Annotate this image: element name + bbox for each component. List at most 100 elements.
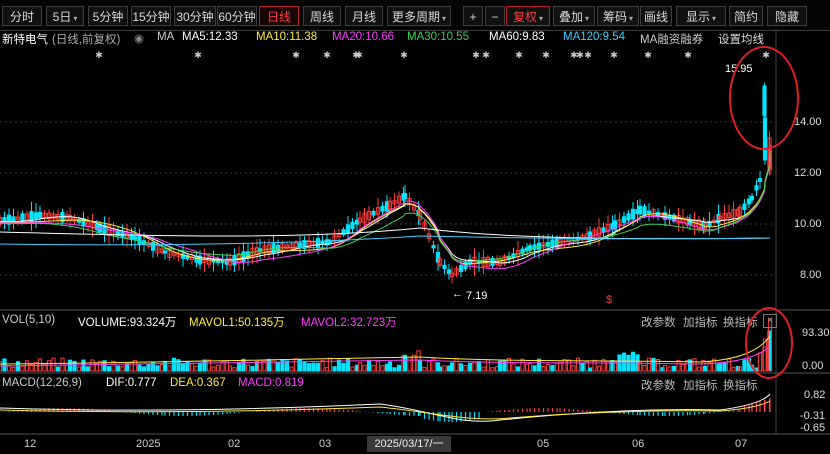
volume-bar <box>345 357 351 372</box>
event-star-icon: ✱ <box>515 50 523 60</box>
event-star-icon: ✱ <box>194 50 202 60</box>
candle-body <box>241 251 246 262</box>
volume-bar <box>472 362 477 372</box>
volume-bar <box>211 366 216 372</box>
event-star-icon: ✱ <box>684 50 692 60</box>
highlight-circle-price <box>729 46 799 150</box>
volume-bar <box>696 366 702 372</box>
price-tick: 10.00 <box>794 218 822 230</box>
volume-bar <box>485 359 491 372</box>
macd-params-button[interactable]: 改参数 <box>641 377 676 393</box>
volume-bar <box>332 366 337 372</box>
candle-body <box>194 255 199 263</box>
volume-bar <box>396 364 402 372</box>
volume-bar <box>532 365 537 372</box>
volume-bar <box>550 364 555 372</box>
volume-bar <box>717 363 723 372</box>
candle-body <box>646 210 652 214</box>
volume-bar <box>671 365 677 372</box>
volume-bar <box>266 358 272 372</box>
candle-body <box>642 206 647 216</box>
event-star-icon: ✱ <box>482 50 490 60</box>
candle-body <box>33 212 39 219</box>
volume-bar <box>2 358 7 372</box>
volume-bar <box>536 358 542 372</box>
volume-bar <box>422 366 427 372</box>
volume-bar <box>651 357 656 372</box>
volume-bar <box>437 366 443 372</box>
highlight-circle-volume <box>745 307 793 379</box>
mavol1-value: MAVOL1:50.135万 <box>189 317 285 329</box>
x-tick: 2025 <box>136 438 161 450</box>
volume-bar <box>454 357 459 372</box>
x-tick: 02 <box>228 438 241 450</box>
vol-label: VOL(5,10) <box>2 314 56 326</box>
volume-bar <box>320 360 325 372</box>
vol-legend: VOL(5,10) VOLUME:93.324万 MAVOL1:50.135万 … <box>2 314 422 330</box>
volume-bar <box>202 359 207 372</box>
arrow-left-icon: ← <box>452 288 463 300</box>
volume-bar <box>575 357 581 372</box>
candle-body <box>315 238 321 249</box>
volume-bar <box>350 366 355 372</box>
low-price-label: 7.19 <box>466 290 488 302</box>
macd-add-indicator-button[interactable]: 加指标 <box>683 377 718 393</box>
volume-bar <box>85 366 91 372</box>
volume-bar <box>458 363 464 372</box>
macd-swap-indicator-button[interactable]: 换指标 <box>723 377 758 393</box>
volume-bar <box>407 356 412 372</box>
volume-bar <box>11 366 16 372</box>
volume-bar <box>20 365 25 372</box>
volume-bar <box>592 359 597 372</box>
candle-body <box>37 211 43 219</box>
candle-body <box>626 213 631 221</box>
x-tick: 05 <box>537 438 550 450</box>
candle-body <box>458 265 464 272</box>
volume-bar <box>417 360 423 372</box>
price-tick: 12.00 <box>794 167 822 179</box>
volume-bar <box>215 364 221 372</box>
candle-body <box>371 210 376 216</box>
macd-value: MACD:0.819 <box>238 377 304 389</box>
volume-bar <box>206 359 212 372</box>
volume-bar <box>137 364 142 372</box>
volume-bar <box>545 364 551 372</box>
volume-bar <box>275 361 281 372</box>
volume-bar <box>481 366 486 372</box>
volume-bar <box>467 362 473 372</box>
candle-body <box>402 192 408 200</box>
volume-bar <box>392 367 397 372</box>
vol-params-button[interactable]: 改参数 <box>641 314 676 330</box>
candle-body <box>380 205 385 212</box>
x-tick: 07 <box>735 438 748 450</box>
volume-bar <box>180 363 186 372</box>
candle-body <box>162 250 168 254</box>
volume-bar <box>155 365 160 372</box>
event-star-icon: ✱ <box>584 50 592 60</box>
volume-bar <box>146 363 151 372</box>
volume-bar <box>722 361 727 372</box>
volume-bar <box>81 359 86 372</box>
candle-body <box>29 211 34 222</box>
event-star-icon: ✱ <box>542 50 550 60</box>
volume-bar <box>284 360 290 372</box>
candle-body <box>297 242 303 248</box>
event-star-icon: ✱ <box>355 50 363 60</box>
candle-body <box>637 205 643 215</box>
event-star-icon: ✱ <box>644 50 652 60</box>
macd-axis-tick: -0.65 <box>800 422 826 434</box>
volume-bar <box>571 365 576 372</box>
volume-bar <box>580 362 585 372</box>
volume-bar <box>167 365 172 372</box>
volume-bar <box>302 361 307 372</box>
volume-bar <box>476 361 482 372</box>
ma120-line <box>0 235 771 246</box>
event-star-icon: ✱ <box>472 50 480 60</box>
volume-value: VOLUME:93.324万 <box>78 317 177 329</box>
volume-bar <box>387 361 393 372</box>
mavol2-value: MAVOL2:32.723万 <box>301 317 397 329</box>
volume-bar <box>51 357 56 372</box>
volume-bar <box>341 362 346 372</box>
volume-bar <box>336 359 342 372</box>
vol-add-indicator-button[interactable]: 加指标 <box>683 314 718 330</box>
